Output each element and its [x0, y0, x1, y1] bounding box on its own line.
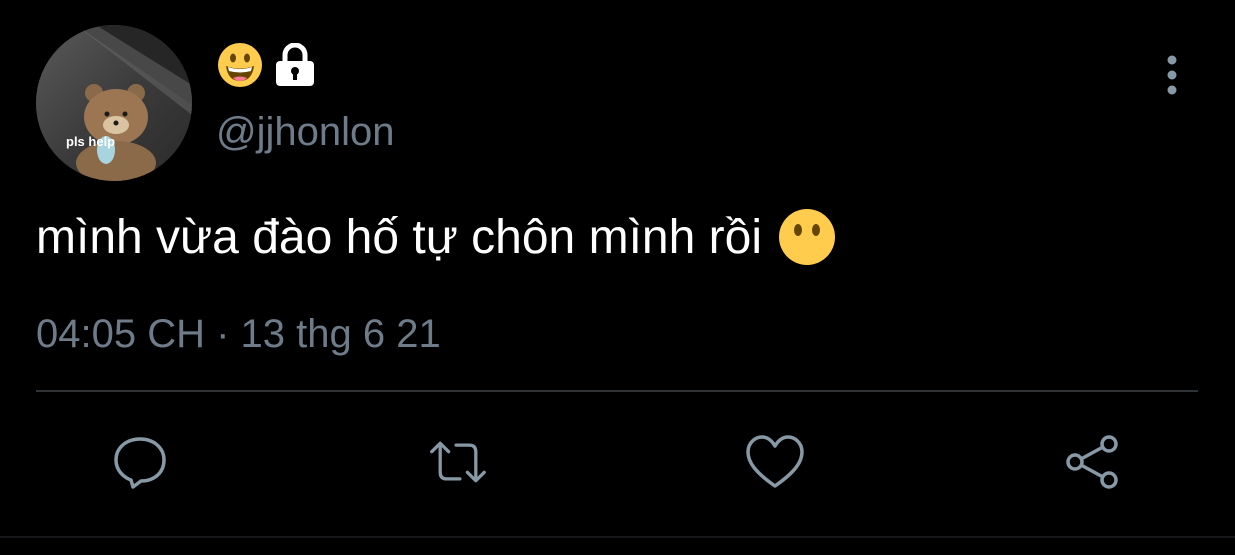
like-button[interactable]: [745, 432, 805, 492]
user-handle[interactable]: @jjhonlon: [216, 110, 395, 155]
more-options-button[interactable]: [1158, 52, 1186, 100]
share-icon: [1066, 435, 1118, 489]
avatar-photo: [36, 25, 192, 181]
tweet-text: mình vừa đào hố tự chôn mình rồi: [36, 208, 836, 266]
display-name[interactable]: [216, 40, 316, 90]
tweet-text-body: mình vừa đào hố tự chôn mình rồi: [36, 210, 762, 264]
face-without-mouth-emoji: [778, 209, 835, 265]
tweet-timestamp[interactable]: 04:05 CH · 13 thg 6 21: [36, 312, 441, 357]
avatar-caption: pls help: [66, 134, 116, 149]
retweet-icon: [430, 441, 486, 483]
bottom-divider: [0, 536, 1235, 538]
avatar[interactable]: pls help: [36, 25, 192, 181]
lock-icon: [276, 43, 314, 86]
retweet-button[interactable]: [428, 432, 488, 492]
reply-icon: [114, 437, 166, 489]
like-icon: [746, 435, 804, 488]
more-vertical-icon: [1167, 55, 1177, 95]
reply-button[interactable]: [110, 432, 170, 492]
divider: [36, 390, 1198, 392]
share-button[interactable]: [1063, 432, 1123, 492]
grinning-face-emoji: [218, 43, 262, 87]
tweet-detail: pls help @jjhonlon mình vừa đào hố tự ch…: [0, 0, 1235, 555]
